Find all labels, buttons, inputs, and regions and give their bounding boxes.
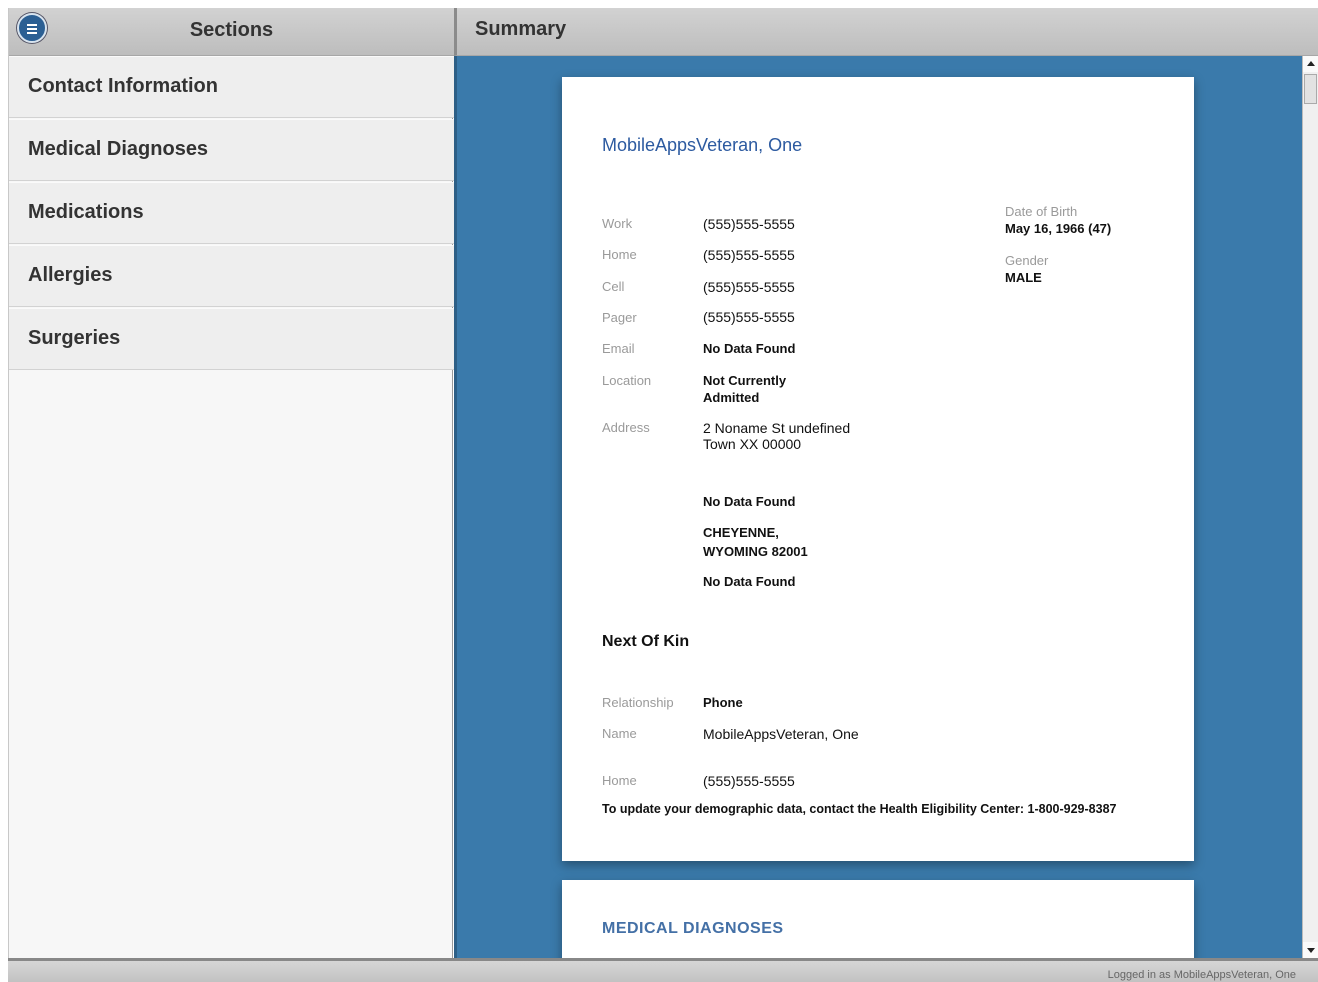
cell-label: Cell (602, 279, 625, 294)
kin-name-label: Name (602, 726, 637, 741)
relationship-label: Relationship (602, 695, 674, 710)
dob-label: Date of Birth (1005, 204, 1078, 219)
cell-value: (555)555-5555 (703, 279, 795, 295)
section-item-contact-information[interactable]: Contact Information (9, 56, 454, 118)
gender-label: Gender (1005, 253, 1049, 268)
section-item-surgeries[interactable]: Surgeries (9, 308, 454, 370)
main-header: Summary (454, 8, 1318, 56)
medical-diagnoses-title: MEDICAL DIAGNOSES (602, 920, 784, 937)
kin-home-value: (555)555-5555 (703, 773, 795, 789)
address-label: Address (602, 420, 650, 435)
address-value: 2 Noname St undefined Town XX 00000 (703, 420, 850, 452)
email-label: Email (602, 341, 635, 356)
email-value: No Data Found (703, 341, 796, 356)
sidebar-header: Sections (9, 8, 454, 56)
relationship-value: Phone (703, 695, 743, 710)
section-item-medications[interactable]: Medications (9, 182, 454, 244)
location-value: Not Currently Admitted (703, 372, 786, 406)
logged-in-status: Logged in as MobileAppsVeteran, One (1107, 969, 1296, 981)
sidebar-title: Sections (189, 19, 274, 41)
app-window: Sections Contact Information Medical Dia… (8, 8, 1318, 982)
page-title: Summary (475, 18, 567, 40)
pager-label: Pager (602, 310, 637, 325)
scroll-up-arrow-icon[interactable] (1303, 56, 1318, 72)
pager-value: (555)555-5555 (703, 309, 795, 325)
gender-value: MALE (1005, 270, 1042, 285)
sections-sidebar: Sections Contact Information Medical Dia… (8, 8, 454, 958)
kin-home-label: Home (602, 773, 637, 788)
section-item-label: Medical Diagnoses (28, 138, 209, 160)
scrollbar-thumb[interactable] (1304, 74, 1317, 104)
address-value-line2: Town XX 00000 (703, 436, 802, 452)
extra-value-2-line2: WYOMING 82001 (703, 544, 808, 559)
content-scrollbar[interactable] (1302, 56, 1318, 958)
demographic-update-note: To update your demographic data, contact… (602, 802, 1117, 816)
section-item-label: Allergies (28, 264, 113, 286)
extra-value-1: No Data Found (703, 494, 796, 509)
extra-value-2: CHEYENNE, WYOMING 82001 (703, 523, 808, 561)
location-value-line1: Not Currently (703, 373, 787, 388)
kin-name-value: MobileAppsVeteran, One (703, 726, 859, 742)
location-value-line2: Admitted (703, 390, 760, 405)
location-label: Location (602, 373, 652, 388)
dob-value: May 16, 1966 (47) (1005, 221, 1112, 236)
section-item-medical-diagnoses[interactable]: Medical Diagnoses (9, 119, 454, 181)
medical-diagnoses-card: MEDICAL DIAGNOSES (562, 880, 1194, 970)
extra-value-2-line1: CHEYENNE, (703, 525, 779, 540)
section-item-label: Surgeries (28, 327, 121, 349)
work-value: (555)555-5555 (703, 216, 795, 232)
address-value-line1: 2 Noname St undefined (703, 420, 851, 436)
contact-information-card: MobileAppsVeteran, One Work (555)555-555… (562, 77, 1194, 861)
extra-value-3: No Data Found (703, 574, 796, 589)
section-item-label: Medications (28, 201, 144, 223)
section-item-allergies[interactable]: Allergies (9, 245, 454, 307)
next-of-kin-title: Next Of Kin (602, 633, 690, 650)
patient-name: MobileAppsVeteran, One (602, 135, 803, 155)
work-label: Work (602, 216, 633, 231)
home-label: Home (602, 247, 637, 262)
home-value: (555)555-5555 (703, 247, 795, 263)
scroll-down-arrow-icon[interactable] (1303, 942, 1318, 958)
section-item-label: Contact Information (28, 75, 218, 97)
status-bar: Logged in as MobileAppsVeteran, One (8, 958, 1318, 982)
